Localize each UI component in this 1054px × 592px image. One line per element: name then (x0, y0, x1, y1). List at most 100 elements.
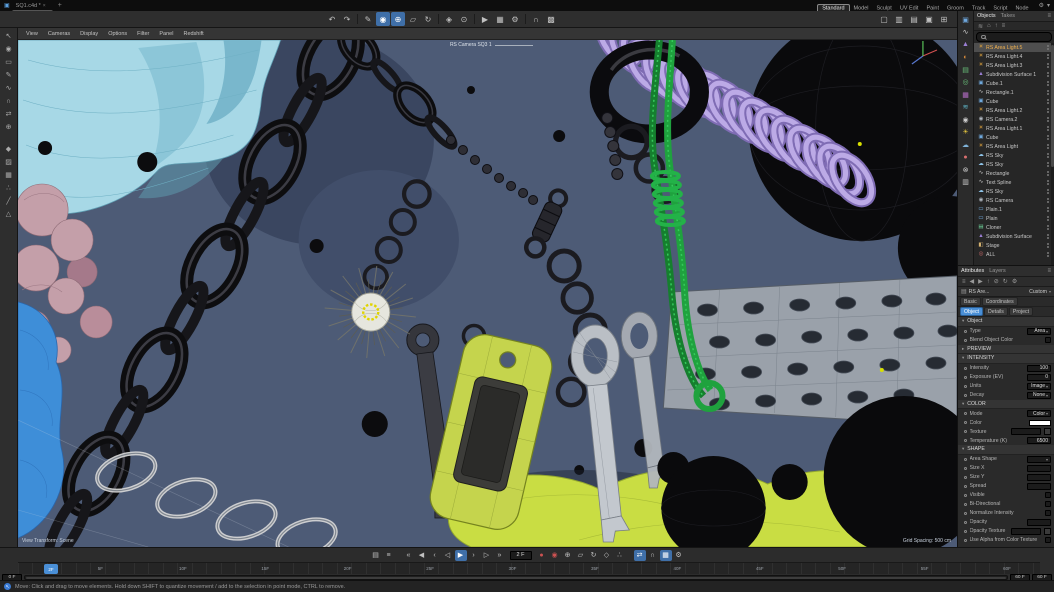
mograph-cloner-icon[interactable]: ▤ (960, 64, 972, 75)
object-row[interactable]: ▣Cube.1 (974, 79, 1054, 88)
visibility-dot[interactable] (1047, 48, 1049, 50)
object-row[interactable]: ☀RS Area Light (974, 142, 1054, 151)
object-row[interactable]: ☀RS Area Light.4 (974, 52, 1054, 61)
history-icon[interactable]: ↻ (1003, 278, 1008, 285)
visibility-dots[interactable] (1047, 216, 1049, 221)
visibility-dots[interactable] (1047, 252, 1049, 257)
model-mode-icon[interactable]: ◆ (2, 143, 15, 155)
timeline-mode-icon[interactable]: ▤ (370, 550, 382, 561)
visibility-dots[interactable] (1047, 45, 1049, 50)
size-y-field[interactable] (1027, 474, 1051, 481)
object-row[interactable]: ∿Text Spline (974, 178, 1054, 187)
object-row[interactable]: ∿Rectangle (974, 169, 1054, 178)
temperature-k-field[interactable]: 6500 (1027, 437, 1051, 444)
node-editor-icon[interactable]: ⊗ (960, 164, 972, 175)
timeline-ruler[interactable]: 2F 5F10F15F20F25F30F35F40F45F50F55F60F (18, 562, 1040, 574)
pen-icon[interactable]: ✎ (2, 69, 15, 81)
options-icon[interactable]: ≡ (1002, 23, 1006, 29)
texture-field[interactable] (1011, 428, 1041, 435)
record-scale-icon[interactable]: ▱ (575, 550, 587, 561)
visibility-dot[interactable] (1047, 237, 1049, 239)
visibility-dot[interactable] (1047, 201, 1049, 203)
autokeying-icon[interactable]: ◉ (549, 550, 561, 561)
object-row[interactable]: ☁RS Sky (974, 151, 1054, 160)
simulation-icon[interactable]: ≋ (960, 102, 972, 113)
visibility-dot[interactable] (1047, 210, 1049, 212)
visibility-dot[interactable] (1047, 156, 1049, 158)
visibility-dot[interactable] (1047, 165, 1049, 167)
keyframe-dot[interactable] (964, 503, 967, 506)
keyframe-dot[interactable] (964, 521, 967, 524)
object-row[interactable]: ◉RS Camera.2 (974, 115, 1054, 124)
viewport-menu-redshift[interactable]: Redshift (183, 31, 203, 37)
visibility-dot[interactable] (1047, 189, 1049, 191)
move-tool-icon[interactable]: ⊕ (391, 12, 405, 26)
visibility-dot[interactable] (1047, 153, 1049, 155)
object-row[interactable]: ▣Cube (974, 133, 1054, 142)
visibility-dots[interactable] (1047, 144, 1049, 149)
visibility-dots[interactable] (1047, 180, 1049, 185)
document-tab[interactable]: SQ1.c4d *× (12, 1, 53, 10)
field-icon[interactable]: ◎ (960, 77, 972, 88)
current-frame-field[interactable]: 2 F (510, 551, 532, 560)
visibility-dots[interactable] (1047, 243, 1049, 248)
type-dropdown[interactable]: Area▾ (1027, 328, 1051, 335)
visibility-dots[interactable] (1047, 153, 1049, 158)
record-rotation-icon[interactable]: ↻ (588, 550, 600, 561)
new-document-tab-button[interactable]: + (55, 2, 65, 9)
blend-object-color-checkbox[interactable] (1045, 337, 1051, 343)
attr-tab-basic[interactable]: Basic (960, 297, 981, 306)
object-row[interactable]: ▲Subdivision Surface (974, 232, 1054, 241)
forward-icon[interactable]: ▶ (978, 278, 983, 285)
visibility-dot[interactable] (1047, 135, 1049, 137)
object-search-input[interactable] (976, 32, 1052, 42)
viewport-menu-filter[interactable]: Filter (137, 31, 149, 37)
next-key-icon[interactable]: ▷ (481, 550, 493, 561)
visibility-dot[interactable] (1047, 93, 1049, 95)
visibility-dot[interactable] (1047, 81, 1049, 83)
texture-mode-icon[interactable]: ▨ (2, 156, 15, 168)
viewport-layout-split-icon[interactable]: ▥ (892, 12, 906, 26)
live-selection-icon[interactable]: ◉ (376, 12, 390, 26)
keyframe-dot[interactable] (964, 530, 967, 533)
scale-tool-icon[interactable]: ▱ (406, 12, 420, 26)
section-shape[interactable]: ▾SHAPE (958, 445, 1054, 455)
workspace-menu-icon[interactable]: ▾ (1047, 2, 1050, 9)
visibility-dot[interactable] (1047, 129, 1049, 131)
light-icon[interactable]: ☀ (960, 127, 972, 138)
keyframe-bar-icon[interactable]: ≡ (383, 550, 395, 561)
visibility-dot[interactable] (1047, 102, 1049, 104)
visibility-dot[interactable] (1047, 246, 1049, 248)
visibility-dot[interactable] (1047, 111, 1049, 113)
visibility-dots[interactable] (1047, 99, 1049, 104)
visibility-dot[interactable] (1047, 99, 1049, 101)
opacity-texture-field[interactable] (1011, 528, 1041, 535)
live-select-icon[interactable]: ◉ (2, 43, 15, 55)
settings-icon[interactable]: ⚙ (1012, 278, 1017, 285)
units-dropdown[interactable]: Image▾ (1027, 383, 1051, 390)
redo-icon[interactable]: ↷ (340, 12, 354, 26)
mode-dropdown[interactable]: Color▾ (1027, 410, 1051, 417)
visibility-dot[interactable] (1047, 147, 1049, 149)
content-browser-icon[interactable]: ▥ (960, 177, 972, 188)
visibility-dots[interactable] (1047, 126, 1049, 131)
visibility-dots[interactable] (1047, 135, 1049, 140)
attr-tab-project[interactable]: Project (1009, 307, 1033, 316)
close-tab-icon[interactable]: × (43, 3, 46, 9)
visibility-dot[interactable] (1047, 45, 1049, 47)
preferences-icon[interactable]: ⚙ (673, 550, 685, 561)
visibility-dots[interactable] (1047, 225, 1049, 230)
window-arrange-icon[interactable]: ⊞ (937, 12, 951, 26)
workspace-settings-icon[interactable]: ⚙ (1039, 2, 1044, 9)
visibility-dot[interactable] (1047, 207, 1049, 209)
hud-icon[interactable]: ▦ (660, 550, 672, 561)
visibility-dot[interactable] (1047, 252, 1049, 254)
visibility-dots[interactable] (1047, 54, 1049, 59)
keyframe-dot[interactable] (964, 494, 967, 497)
rectangle-select-icon[interactable]: ▭ (2, 56, 15, 68)
objects-menu-icon[interactable]: ≡ (1047, 13, 1051, 19)
undo-icon[interactable]: ↶ (325, 12, 339, 26)
keyframe-dot[interactable] (964, 467, 967, 470)
keyframe-dot[interactable] (964, 476, 967, 479)
visibility-dot[interactable] (1047, 126, 1049, 128)
